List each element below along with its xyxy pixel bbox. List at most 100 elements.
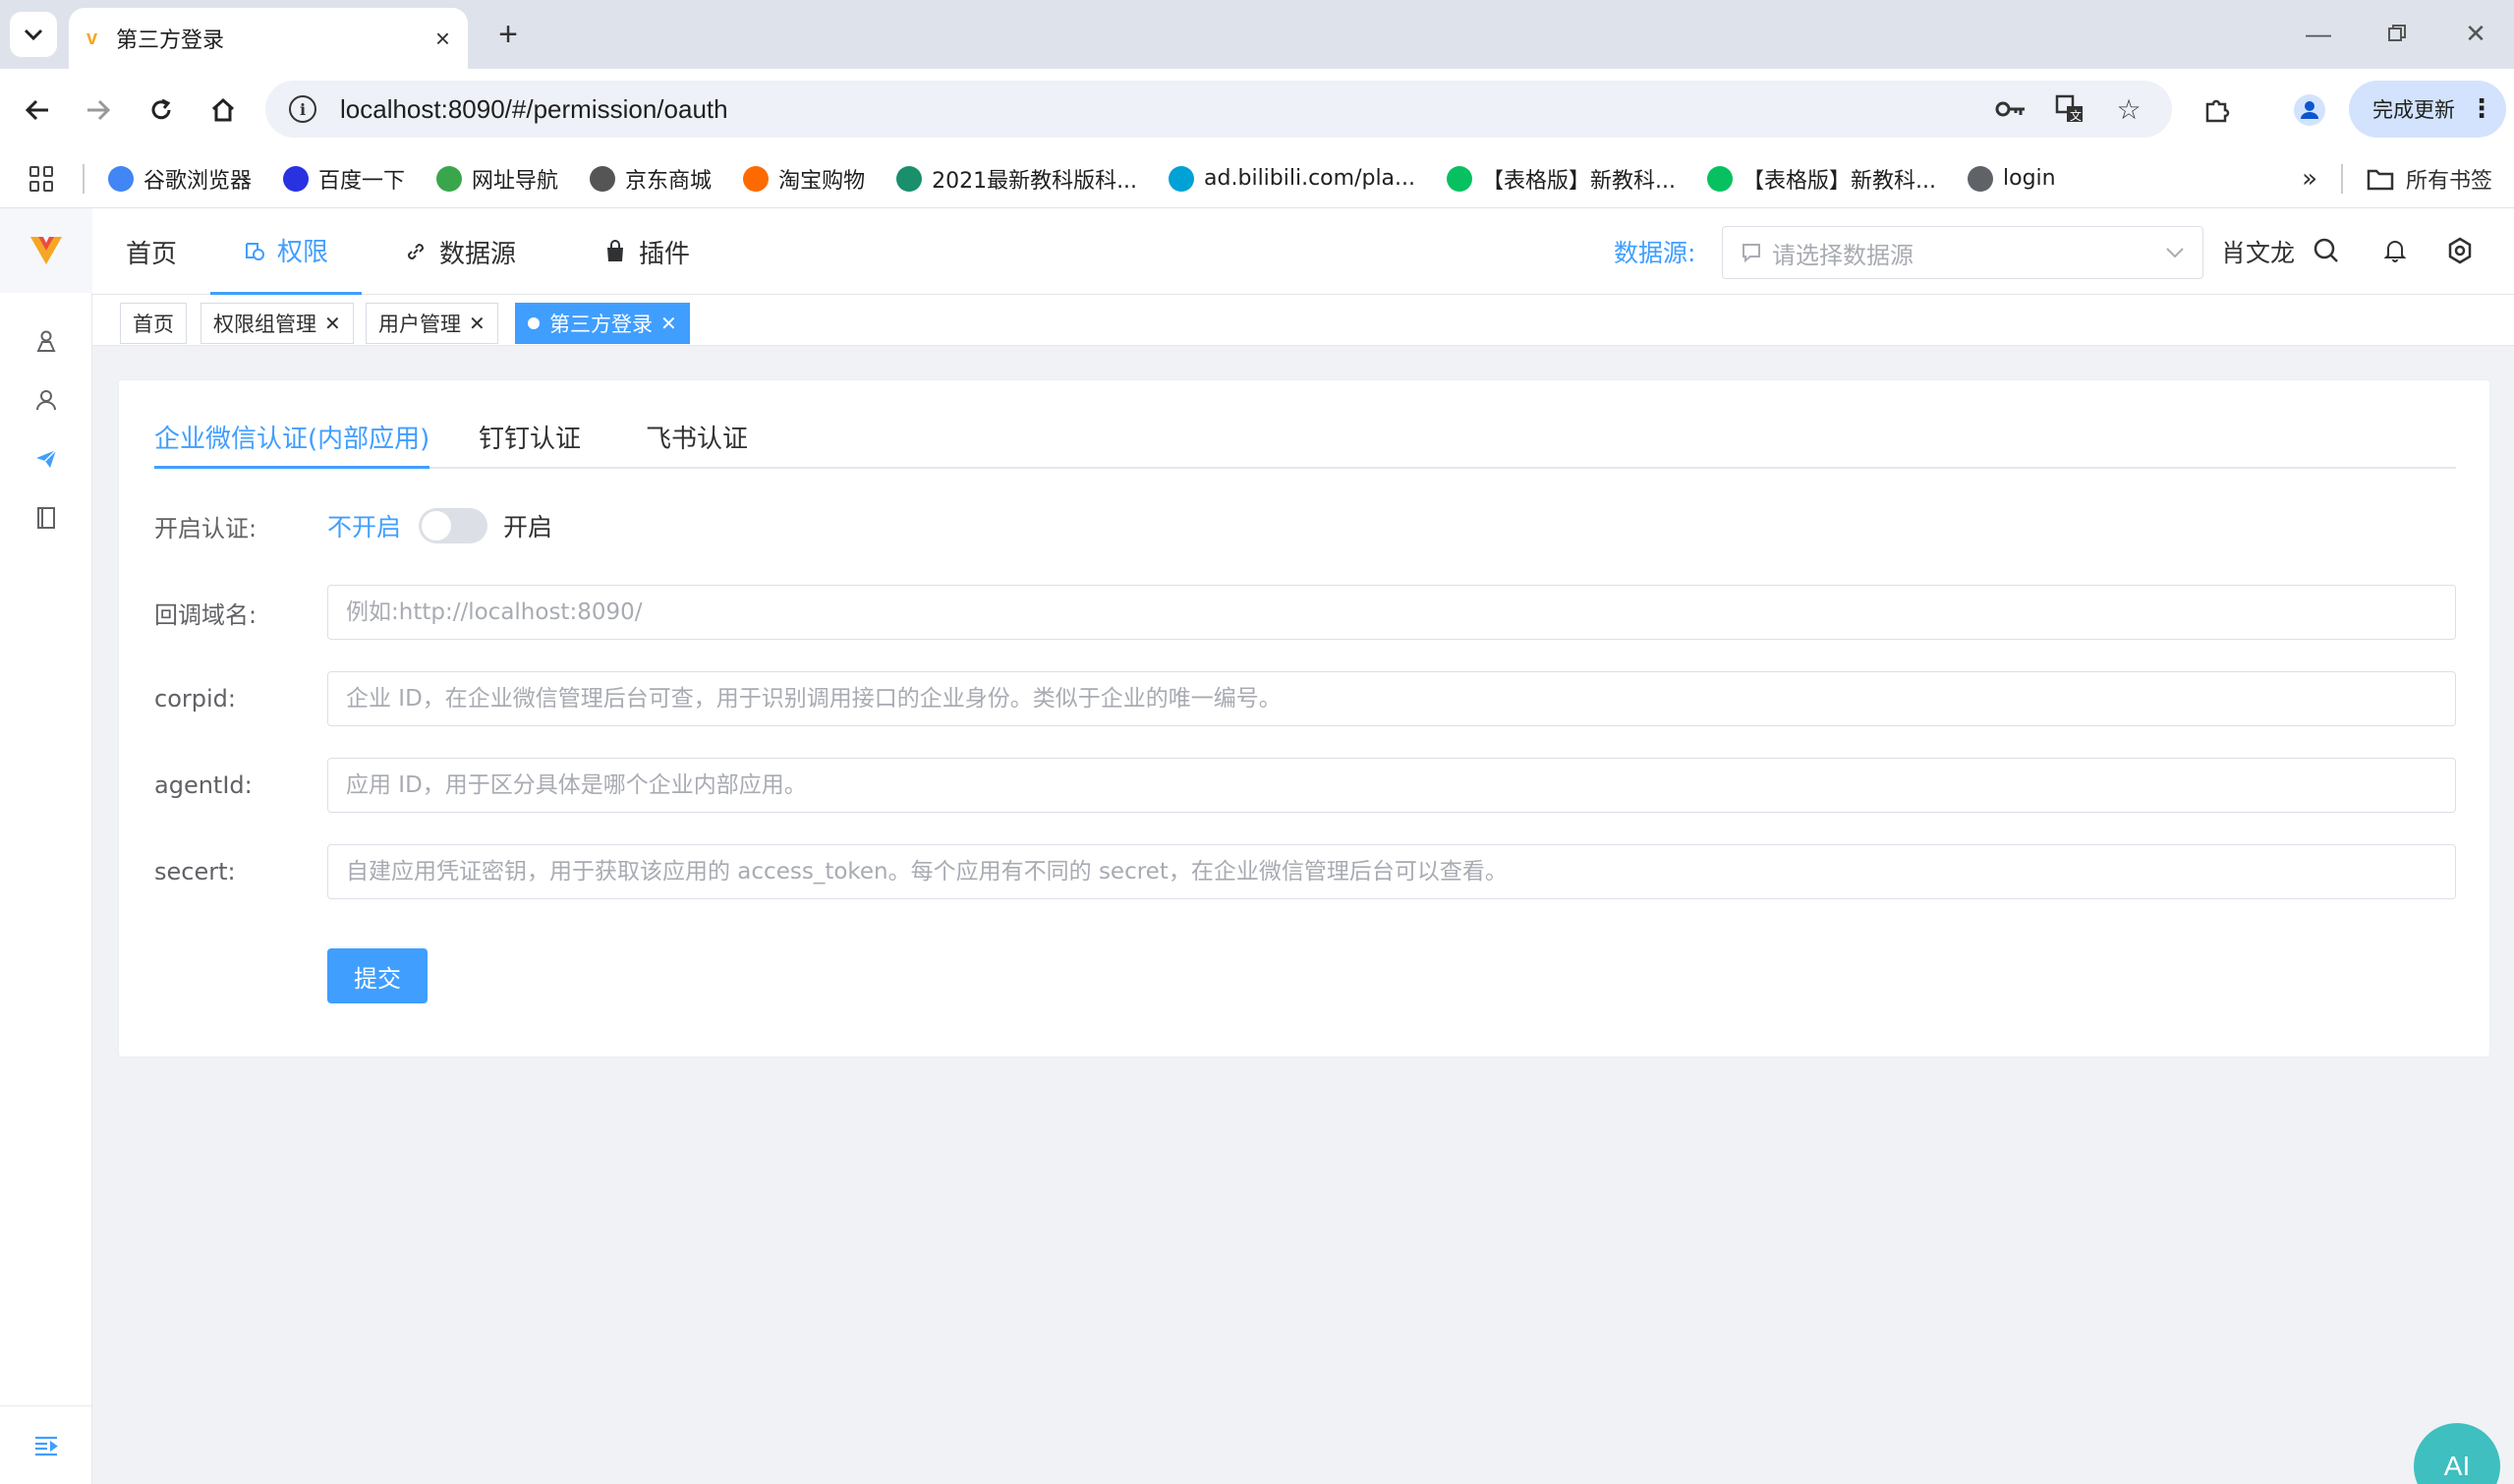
tag-label: 用户管理 [378, 313, 461, 336]
bookmark-item[interactable]: 2021最新教科版科... [896, 163, 1137, 195]
shopping-bag-icon [603, 240, 627, 263]
bookmark-item[interactable]: 淘宝购物 [743, 163, 865, 195]
sidebar [0, 208, 92, 1484]
nav-item-home[interactable]: 首页 [92, 208, 210, 295]
bookmark-item[interactable]: ad.bilibili.com/pla... [1169, 165, 1416, 192]
bookmark-item[interactable]: 网址导航 [436, 163, 558, 195]
browser-tab-active[interactable]: v 第三方登录 × [69, 8, 468, 69]
update-label: 完成更新 [2372, 98, 2455, 122]
tag-label: 第三方登录 [549, 313, 653, 336]
corpid-label: corpid: [154, 685, 236, 713]
switch-off-label[interactable]: 不开启 [327, 508, 401, 543]
datasource-placeholder: 请选择数据源 [1772, 241, 1914, 269]
tag-permission-group[interactable]: 权限组管理 ✕ [200, 303, 354, 344]
secret-label: secert: [154, 858, 236, 885]
forward-arrow-icon[interactable] [77, 88, 120, 132]
back-arrow-icon[interactable] [16, 88, 59, 132]
profile-avatar-icon[interactable] [2288, 88, 2331, 132]
agentid-label: agentId: [154, 771, 253, 799]
callback-domain-row: 回调域名: [154, 585, 2456, 640]
user-icon[interactable] [29, 383, 63, 417]
update-chrome-button[interactable]: 完成更新 ⋮ [2349, 81, 2506, 138]
send-plane-icon[interactable] [29, 442, 63, 476]
bookmark-favicon-icon [1169, 165, 1195, 192]
nav-item-permission[interactable]: 权限 [210, 208, 362, 295]
auth-provider-tabs: 企业微信认证(内部应用) 钉钉认证 飞书认证 [154, 420, 2456, 469]
reload-icon[interactable] [140, 88, 183, 132]
settings-gear-icon[interactable] [2441, 232, 2479, 269]
extensions-icon[interactable] [2196, 88, 2239, 132]
all-bookmarks-link[interactable]: 所有书签 [2406, 163, 2492, 195]
bookmark-label: 【表格版】新教科... [1743, 168, 1936, 194]
tag-label: 首页 [133, 313, 174, 336]
corpid-input[interactable] [327, 671, 2456, 726]
link-icon [404, 240, 428, 263]
nav-item-datasource[interactable]: 数据源 [362, 208, 558, 295]
minimize-icon[interactable]: — [2294, 14, 2343, 53]
bell-icon[interactable] [2376, 232, 2414, 269]
secret-input[interactable] [327, 844, 2456, 899]
tag-oauth[interactable]: 第三方登录 ✕ [515, 303, 690, 344]
restore-icon[interactable] [2372, 14, 2422, 53]
callback-domain-input[interactable] [327, 585, 2456, 640]
close-tab-icon[interactable]: × [435, 24, 450, 54]
bookmark-item[interactable]: 百度一下 [283, 163, 405, 195]
bookmark-item[interactable]: 【表格版】新教科... [1707, 163, 1936, 195]
enable-auth-switch[interactable] [419, 508, 488, 543]
bookmark-item[interactable]: 京东商城 [590, 163, 712, 195]
tab-wecom[interactable]: 企业微信认证(内部应用) [154, 420, 430, 469]
tab-dingtalk[interactable]: 钉钉认证 [479, 420, 581, 469]
bookmark-label: ad.bilibili.com/pla... [1204, 166, 1416, 191]
star-bookmark-icon[interactable]: ☆ [2109, 89, 2148, 129]
translate-icon[interactable]: 文 [2050, 89, 2089, 129]
close-icon[interactable]: ✕ [324, 312, 341, 335]
permission-group-icon[interactable] [29, 324, 63, 358]
close-window-icon[interactable]: ✕ [2451, 14, 2500, 53]
oauth-settings-card: 企业微信认证(内部应用) 钉钉认证 飞书认证 开启认证: 不开启 开启 回调域名… [118, 379, 2490, 1057]
nav-item-plugin[interactable]: 插件 [558, 208, 735, 295]
tab-search-button[interactable] [10, 12, 57, 57]
datasource-label: 数据源: [1614, 239, 1696, 267]
enable-auth-label: 开启认证: [154, 514, 257, 542]
search-icon[interactable] [2308, 232, 2345, 269]
bookmark-label: 谷歌浏览器 [143, 168, 253, 194]
site-info-icon[interactable]: i [289, 95, 316, 123]
bookmark-item[interactable]: login [1968, 165, 2056, 192]
app-logo[interactable] [0, 208, 92, 293]
tab-feishu[interactable]: 飞书认证 [646, 420, 748, 469]
user-name[interactable]: 肖文龙 [2221, 234, 2295, 269]
chevron-down-icon [24, 29, 43, 41]
sidebar-collapse-button[interactable] [0, 1405, 92, 1484]
bookmark-item[interactable]: 【表格版】新教科... [1447, 163, 1676, 195]
tag-home[interactable]: 首页 [120, 303, 187, 344]
nav-plugin-label: 插件 [638, 239, 690, 269]
apps-grid-icon[interactable] [29, 165, 55, 192]
agentid-input[interactable] [327, 758, 2456, 813]
close-icon[interactable]: ✕ [660, 312, 677, 335]
bookmark-label: 网址导航 [472, 168, 559, 194]
url-text: localhost:8090/#/permission/oauth [340, 93, 728, 124]
bookmark-favicon-icon [896, 165, 923, 192]
notebook-icon[interactable] [29, 501, 63, 535]
datasource-select[interactable]: 请选择数据源 [1722, 226, 2203, 279]
browser-tabstrip: v 第三方登录 × + — ✕ [0, 0, 2514, 69]
secret-row: secert: [154, 844, 2456, 899]
bookmark-favicon-icon [108, 165, 134, 192]
submit-button[interactable]: 提交 [327, 948, 428, 1003]
tag-label: 权限组管理 [213, 313, 316, 336]
bookmarks-bar: 谷歌浏览器 百度一下 网址导航 京东商城 淘宝购物 2021最新教科版科... ad.bil… [0, 149, 2514, 208]
bookmark-label: 淘宝购物 [778, 168, 866, 194]
address-bar[interactable]: i localhost:8090/#/permission/oauth 文 ☆ [265, 81, 2172, 138]
bookmark-favicon-icon [1707, 165, 1734, 192]
bookmark-overflow-icon[interactable]: » [2302, 164, 2317, 194]
key-icon[interactable] [1991, 89, 2030, 129]
close-icon[interactable]: ✕ [469, 312, 486, 335]
switch-on-label[interactable]: 开启 [503, 508, 552, 543]
bookmark-item[interactable]: 谷歌浏览器 [108, 163, 252, 195]
shield-check-icon [244, 240, 265, 261]
tag-user-management[interactable]: 用户管理 ✕ [366, 303, 498, 344]
home-icon[interactable] [201, 88, 245, 132]
new-tab-button[interactable]: + [486, 12, 531, 57]
ai-assistant-button[interactable]: AI [2414, 1423, 2500, 1484]
bookmark-separator [83, 163, 85, 194]
